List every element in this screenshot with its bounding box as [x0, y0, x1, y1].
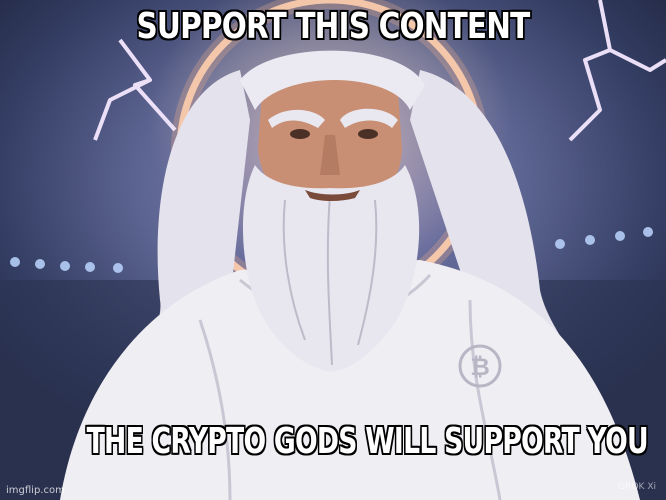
meme-image: ₿ SUPPORT THIS CONTENT THE CRYPTO GODS W… [0, 0, 666, 500]
bottom-caption: THE CRYPTO GODS WILL SUPPORT YOU [86, 421, 649, 462]
top-caption: SUPPORT THIS CONTENT [136, 6, 530, 47]
svg-text:₿: ₿ [470, 353, 490, 381]
imgflip-watermark: imgflip.com [6, 485, 65, 496]
generator-mark: GROK Xi [618, 482, 656, 492]
